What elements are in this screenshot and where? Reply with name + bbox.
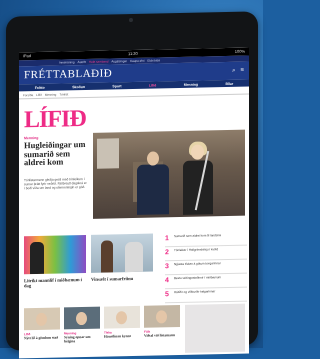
status-time: 11:20 [128,50,138,57]
breadcrumb-item[interactable]: Tónlist [59,92,68,96]
section-logo[interactable]: LÍFIÐ [24,106,86,134]
mini-article-photo[interactable] [64,306,100,330]
lead-story[interactable]: Menning Hugleiðingar um sumarið sem aldr… [19,129,249,219]
lead-summary: Tónlistarmenn gleðja gesti með tónleikum… [24,176,87,191]
breadcrumb-item[interactable]: Menning [45,92,57,96]
list-text[interactable]: Hátíðir og viðburðir helgarinnar [174,289,215,295]
list-text[interactable]: Tónleikar í Hallgrímskirkju í kvöld [174,247,218,253]
top-nav-item[interactable]: Áskrift [78,60,86,64]
breadcrumb-item[interactable]: Forsíða [23,93,33,97]
search-icon[interactable]: ⌕ [232,67,235,74]
feature-photo-people[interactable] [91,233,153,273]
list-number: 5 [165,291,169,299]
mini-articles-row: Lífið Menning Tíska Fólk Nýtt líf á göml… [19,303,249,359]
tablet-device: iPad 11:20 100% Innskráning Áskrift Hafa… [6,11,258,359]
most-read-list: 1 Sumarið sem aldrei kom til landsins 2 … [165,231,247,306]
list-number: 1 [165,235,169,243]
category-fréttir[interactable]: Fréttir [35,85,45,89]
photo-window [97,138,119,169]
mini-article-photo[interactable] [24,307,60,331]
photo-face [76,311,87,326]
top-nav-item[interactable]: Eldri blöð [147,58,160,62]
mini-article-photo[interactable] [144,304,180,328]
photo-person [30,241,44,275]
photo-face [116,311,127,325]
lead-photo[interactable] [93,129,245,219]
top-nav-item[interactable]: Hafa samband [89,59,109,63]
list-text[interactable]: Sumarið sem aldrei kom til landsins [174,233,221,239]
list-number: 4 [165,277,169,285]
list-text[interactable]: Bestu veitingastaðirnir í miðbænum [174,275,221,281]
mini-headline[interactable]: Sýning opnar um helgina [64,335,100,344]
mini-headline[interactable]: Nýtt líf á gömlum stað [24,336,60,341]
photo-face [36,312,47,327]
lead-headline[interactable]: Hugleiðingar um sumarið sem aldrei kom [24,139,88,167]
photo-person [101,240,113,273]
top-nav-item[interactable]: Kaupa efni [130,59,144,63]
feature-headline[interactable]: Vinsælt í sumarfríinu [91,276,153,282]
status-device: iPad [23,53,32,59]
site-logo[interactable]: FRÉTTABLAÐIÐ [24,67,112,81]
feature-photo-colorful[interactable] [24,234,86,275]
menu-icon[interactable]: ≡ [240,67,244,74]
list-text[interactable]: Nýjasta tískan á götum borgarinnar [174,261,221,267]
mini-headline[interactable]: Haustlínan kynnt [104,334,140,339]
category-skodun[interactable]: Skoðun [72,84,85,88]
photo-man [137,164,169,215]
photo-face [156,310,167,324]
photo-woman [183,160,213,215]
feature-headline[interactable]: Litríkt mannlíf í miðbænum í dag [24,277,86,288]
category-menning[interactable]: Menning [184,82,198,86]
browser-screen: iPad 11:20 100% Innskráning Áskrift Hafa… [19,47,249,359]
camera-icon [129,17,133,23]
status-battery: 100% [234,48,245,54]
masthead-icons: ⌕ ≡ [232,67,244,74]
breadcrumb-item[interactable]: Lífið [36,92,42,96]
list-item[interactable]: 5 Hátíðir og viðburðir helgarinnar [165,287,247,304]
mini-headline[interactable]: Viðtal við listamann [144,333,180,338]
category-bilar[interactable]: Bílar [225,81,233,85]
category-lifid[interactable]: Lífið [149,83,156,87]
category-sport[interactable]: Sport [112,84,121,88]
photo-person [125,241,143,273]
mini-article-photo[interactable] [104,305,140,329]
list-number: 2 [165,249,169,257]
top-nav-item[interactable]: Auglýsingar [111,59,127,63]
top-nav-item[interactable]: Innskráning [59,60,75,64]
list-number: 3 [165,263,169,271]
photo-woman-head [191,144,204,160]
advertisement-box[interactable] [185,303,245,353]
